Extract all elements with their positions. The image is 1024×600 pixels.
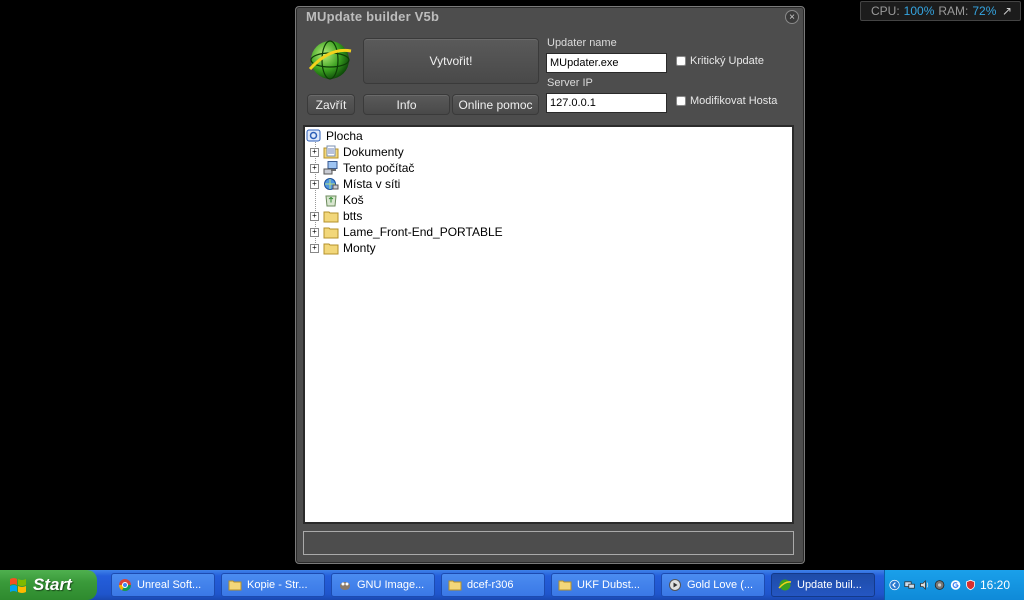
online-help-button[interactable]: Online pomoc [452,94,539,115]
create-button[interactable]: Vytvořit! [363,38,539,84]
network-tray-icon[interactable] [904,578,915,592]
window-title: MUpdate builder V5b [306,9,440,24]
globe-logo-icon [308,40,352,80]
critical-update-checkbox[interactable]: Kritický Update [676,55,764,67]
globe-icon [778,579,792,591]
taskbar-item-label: UKF Dubst... [577,579,640,591]
google-tray-icon[interactable] [950,578,961,592]
mupdate-builder-window: MUpdate builder V5b × Vytvořit! Zavřít I… [295,6,805,564]
folder-icon [228,580,242,591]
ram-value: 72% [972,4,997,18]
taskbar-item-label: dcef-r306 [467,579,514,591]
tree-item-label: Dokumenty [343,145,404,159]
server-ip-input[interactable] [546,93,667,113]
tree-item[interactable]: + Místa v síti [310,176,400,192]
tree-item[interactable]: + Lame_Front-End_PORTABLE [310,224,503,240]
tree-item[interactable]: + Dokumenty [310,144,404,160]
tree-root-desktop[interactable]: Plocha [306,128,363,144]
computer-icon [323,161,338,175]
expand-toggle-icon[interactable]: + [310,211,319,221]
documents-icon [323,145,339,159]
taskbar-item[interactable]: Gold Love (... [661,573,765,597]
taskbar-item[interactable]: GNU Image... [331,573,435,597]
taskbar-clock[interactable]: 16:20 [980,578,1010,592]
folder-icon [558,580,572,591]
desktop-icon [306,129,321,142]
gimp-icon [340,582,350,590]
audio-tray-icon[interactable] [934,578,945,592]
expand-toggle-icon[interactable]: + [310,179,319,189]
expand-toggle-icon[interactable]: + [310,163,319,173]
taskbar-item-label: Gold Love (... [687,579,754,591]
window-close-button[interactable]: × [785,10,799,24]
tree-item-label: Místa v síti [343,177,401,191]
tray-collapse-icon[interactable] [889,578,900,592]
expand-arrow-icon[interactable]: ↗ [1002,4,1012,18]
folder-tree[interactable]: Plocha + Dokumenty + Tento počítač + Mís… [303,125,794,524]
updater-name-input[interactable] [546,53,667,73]
checkbox-box[interactable] [676,56,686,66]
tree-item[interactable]: + Monty [310,240,376,256]
updater-name-label: Updater name [547,37,617,49]
folder-icon [448,580,462,591]
tree-item-label: Koš [343,193,364,207]
network-icon [324,178,339,190]
chrome-icon [119,579,131,592]
server-ip-label: Server IP [547,77,593,89]
modify-host-checkbox[interactable]: Modifikovat Hosta [676,95,777,107]
volume-icon[interactable] [919,578,930,592]
modify-host-label: Modifikovat Hosta [690,95,778,107]
tree-item-label: btts [343,209,363,223]
system-tray: 16:20 [884,570,1024,600]
checkbox-box[interactable] [676,96,686,106]
taskbar: Start Unreal Soft... Kopie - Str... GNU … [0,570,1024,600]
tree-item-label: Lame_Front-End_PORTABLE [343,225,503,239]
tree-item[interactable]: + Tento počítač [310,160,414,176]
expand-toggle-icon[interactable]: + [310,243,319,253]
cpu-value: 100% [903,4,935,18]
windows-flag-icon [10,578,26,593]
start-button[interactable]: Start [0,570,97,600]
taskbar-item-label: GNU Image... [357,579,425,591]
tree-item[interactable]: + btts [310,208,362,224]
folder-icon [323,211,339,223]
tree-item-label: Tento počítač [343,161,415,175]
ram-label: RAM: [938,4,969,18]
start-label: Start [33,575,72,594]
taskbar-item-label: Kopie - Str... [247,579,308,591]
taskbar-item[interactable]: dcef-r306 [441,573,545,597]
close-button[interactable]: Zavřít [307,94,355,115]
security-shield-icon[interactable] [965,578,976,592]
system-monitor-widget: CPU: 100% RAM: 72% ↗ [860,1,1021,21]
info-button[interactable]: Info [363,94,450,115]
cpu-label: CPU: [871,4,900,18]
taskbar-item-label: Unreal Soft... [137,579,202,591]
folder-icon [323,227,339,239]
expand-toggle-icon[interactable]: + [310,147,319,157]
tree-item[interactable]: Koš [310,192,364,208]
taskbar-item[interactable]: Unreal Soft... [111,573,215,597]
tree-item-label: Monty [343,241,376,255]
taskbar-item[interactable]: Kopie - Str... [221,573,325,597]
status-bar [303,531,794,555]
taskbar-item[interactable]: UKF Dubst... [551,573,655,597]
taskbar-item-active[interactable]: Update buil... [771,573,875,597]
taskbar-item-label: Update buil... [797,579,862,591]
folder-icon [323,243,339,255]
media-icon [669,579,681,591]
expand-toggle-icon[interactable]: + [310,227,319,237]
recycle-bin-icon [325,195,337,207]
critical-update-label: Kritický Update [690,55,764,67]
tree-root-label: Plocha [326,129,363,143]
